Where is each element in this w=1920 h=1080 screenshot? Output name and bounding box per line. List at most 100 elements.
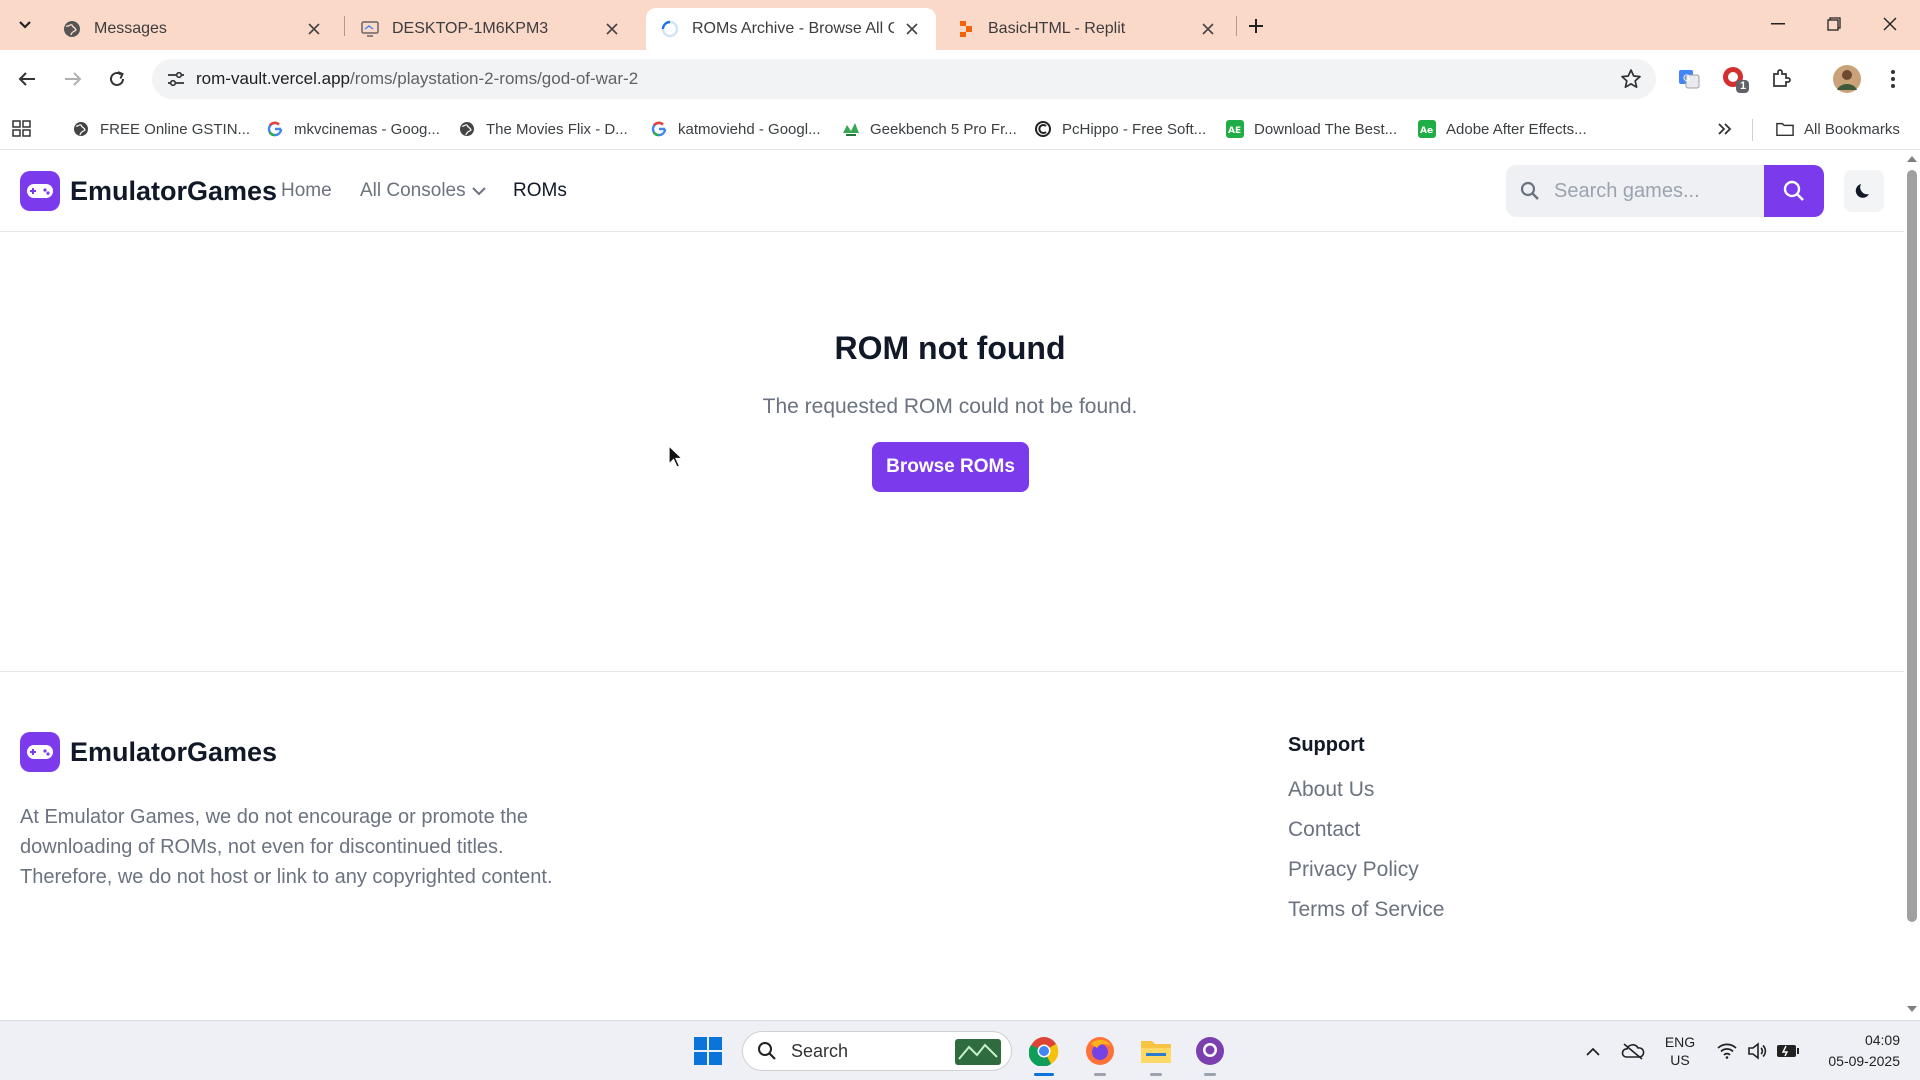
extension-badge-count: 1 — [1740, 80, 1747, 92]
nav-roms[interactable]: ROMs — [513, 180, 567, 202]
site-logo[interactable]: EmulatorGames — [20, 171, 277, 211]
back-button[interactable] — [10, 62, 44, 96]
extension-badge-icon[interactable]: 1 — [1720, 64, 1750, 94]
bookmark-label: FREE Online GSTIN... — [100, 120, 251, 138]
close-icon[interactable] — [602, 19, 622, 39]
running-app-indicator — [1094, 1073, 1106, 1076]
taskbar-chrome[interactable] — [1024, 1031, 1064, 1071]
bookmark-item[interactable]: Geekbench 5 Pro Fr... — [842, 116, 1017, 142]
bookmark-item[interactable]: The Movies Flix - D... — [458, 116, 628, 142]
address-bar[interactable]: rom-vault.vercel.app/roms/playstation-2-… — [152, 59, 1656, 99]
taskbar-file-explorer[interactable] — [1136, 1031, 1176, 1071]
geekbench-icon — [842, 120, 860, 138]
taskbar-firefox[interactable] — [1080, 1031, 1120, 1071]
tab-replit[interactable]: BasicHTML - Replit — [942, 8, 1232, 50]
reload-button[interactable] — [100, 62, 134, 96]
arrow-left-icon — [18, 72, 35, 86]
footer-link-terms[interactable]: Terms of Service — [1288, 898, 1444, 922]
footer-link-about[interactable]: About Us — [1288, 778, 1374, 802]
search-button[interactable] — [1764, 165, 1824, 217]
bookmark-label: katmoviehd - Googl... — [678, 120, 821, 138]
tab-desktop[interactable]: DESKTOP-1M6KPM3 — [346, 8, 636, 50]
svg-text:Ae: Ae — [1420, 126, 1433, 136]
bookmark-item[interactable]: PcHippo - Free Soft... — [1034, 116, 1206, 142]
scrollbar-thumb[interactable] — [1907, 170, 1917, 922]
bookmark-star-icon[interactable] — [1620, 68, 1642, 90]
folder-icon — [1141, 1041, 1171, 1063]
nav-all-consoles[interactable]: All Consoles — [360, 180, 486, 202]
bookmark-item[interactable]: FREE Online GSTIN... — [72, 116, 250, 142]
profile-avatar[interactable] — [1830, 62, 1864, 96]
bookmarks-bar: FREE Online GSTIN... mkvcinemas - Goog..… — [0, 108, 1920, 150]
not-found-message: The requested ROM could not be found. — [762, 395, 1138, 418]
new-tab-button[interactable] — [1242, 12, 1270, 40]
bookmark-item[interactable]: mkvcinemas - Goog... — [266, 116, 440, 142]
search-input[interactable] — [1554, 179, 1754, 203]
taskbar-github-desktop[interactable] — [1190, 1031, 1230, 1071]
nav-home[interactable]: Home — [281, 180, 332, 202]
close-window-button[interactable] — [1862, 0, 1918, 48]
google-icon — [266, 120, 284, 138]
search-icon — [758, 1042, 776, 1060]
url-path: /roms/playstation-2-roms/god-of-war-2 — [350, 69, 639, 88]
bookmark-label: Adobe After Effects... — [1446, 120, 1587, 138]
taskbar-clock[interactable]: 04:09 05-09-2025 — [1816, 1030, 1900, 1072]
globe-icon — [458, 120, 476, 138]
taskbar-search[interactable]: Search — [742, 1031, 1012, 1071]
minimize-button[interactable] — [1750, 0, 1806, 48]
apps-grid-icon — [12, 120, 31, 137]
all-bookmarks-label: All Bookmarks — [1804, 120, 1900, 138]
tab-search-button[interactable] — [8, 10, 42, 40]
loading-spinner-icon — [660, 19, 680, 39]
wifi-icon[interactable] — [1714, 1031, 1740, 1071]
restore-button[interactable] — [1806, 0, 1862, 48]
theme-toggle-button[interactable] — [1844, 170, 1884, 212]
tab-roms-archive[interactable]: ROMs Archive - Browse All Games — [646, 8, 936, 50]
footer-logo[interactable]: EmulatorGames — [20, 732, 277, 772]
google-translate-icon[interactable]: G — [1674, 64, 1704, 94]
bookmark-label: PcHippo - Free Soft... — [1062, 120, 1207, 138]
apps-grid-button[interactable] — [12, 116, 32, 142]
remote-desktop-icon — [360, 19, 380, 39]
web-page: EmulatorGames Home All Consoles ROMs ROM… — [0, 150, 1904, 1020]
language-indicator[interactable]: ENG US — [1660, 1031, 1700, 1071]
bookmark-item[interactable]: AE Download The Best... — [1226, 116, 1397, 142]
browse-roms-button[interactable]: Browse ROMs — [872, 442, 1029, 492]
bookmark-item[interactable]: katmoviehd - Googl... — [650, 116, 821, 142]
tab-messages[interactable]: Messages — [48, 8, 338, 50]
page-scrollbar[interactable] — [1904, 150, 1920, 1020]
search-icon — [1520, 181, 1539, 200]
keyboard-region: US — [1670, 1052, 1690, 1068]
close-icon[interactable] — [304, 19, 324, 39]
folder-icon — [1776, 120, 1794, 138]
google-icon — [650, 120, 668, 138]
arrow-right-icon — [65, 72, 82, 86]
close-icon — [1883, 17, 1897, 31]
browser-menu-icon[interactable] — [1878, 64, 1908, 94]
windows-taskbar: Search ENG US 04:09 05-09-2025 — [0, 1020, 1920, 1080]
close-icon[interactable] — [902, 19, 922, 39]
volume-icon[interactable] — [1744, 1031, 1770, 1071]
bookmark-label: The Movies Flix - D... — [486, 120, 628, 138]
onedrive-icon[interactable] — [1618, 1031, 1648, 1071]
search-field[interactable] — [1506, 165, 1764, 217]
start-button[interactable] — [688, 1031, 728, 1071]
windows-logo-icon — [694, 1037, 722, 1065]
battery-icon[interactable] — [1774, 1031, 1802, 1071]
more-bookmarks-button[interactable] — [1718, 116, 1732, 142]
close-icon[interactable] — [1198, 19, 1218, 39]
site-footer: EmulatorGames At Emulator Games, we do n… — [0, 671, 1904, 1020]
all-bookmarks-button[interactable]: All Bookmarks — [1776, 116, 1900, 142]
bookmark-item[interactable]: Ae Adobe After Effects... — [1418, 116, 1587, 142]
show-hidden-icons-button[interactable] — [1580, 1031, 1606, 1071]
forward-button[interactable] — [56, 62, 90, 96]
site-info-icon[interactable] — [156, 59, 196, 99]
footer-link-privacy[interactable]: Privacy Policy — [1288, 858, 1419, 882]
tab-title: BasicHTML - Replit — [988, 20, 1126, 37]
footer-link-contact[interactable]: Contact — [1288, 818, 1360, 842]
brand-name: EmulatorGames — [70, 175, 278, 206]
restore-icon — [1827, 17, 1841, 31]
scroll-up-icon — [1907, 156, 1917, 162]
extensions-puzzle-icon[interactable] — [1766, 64, 1796, 94]
plus-icon — [1249, 19, 1263, 33]
